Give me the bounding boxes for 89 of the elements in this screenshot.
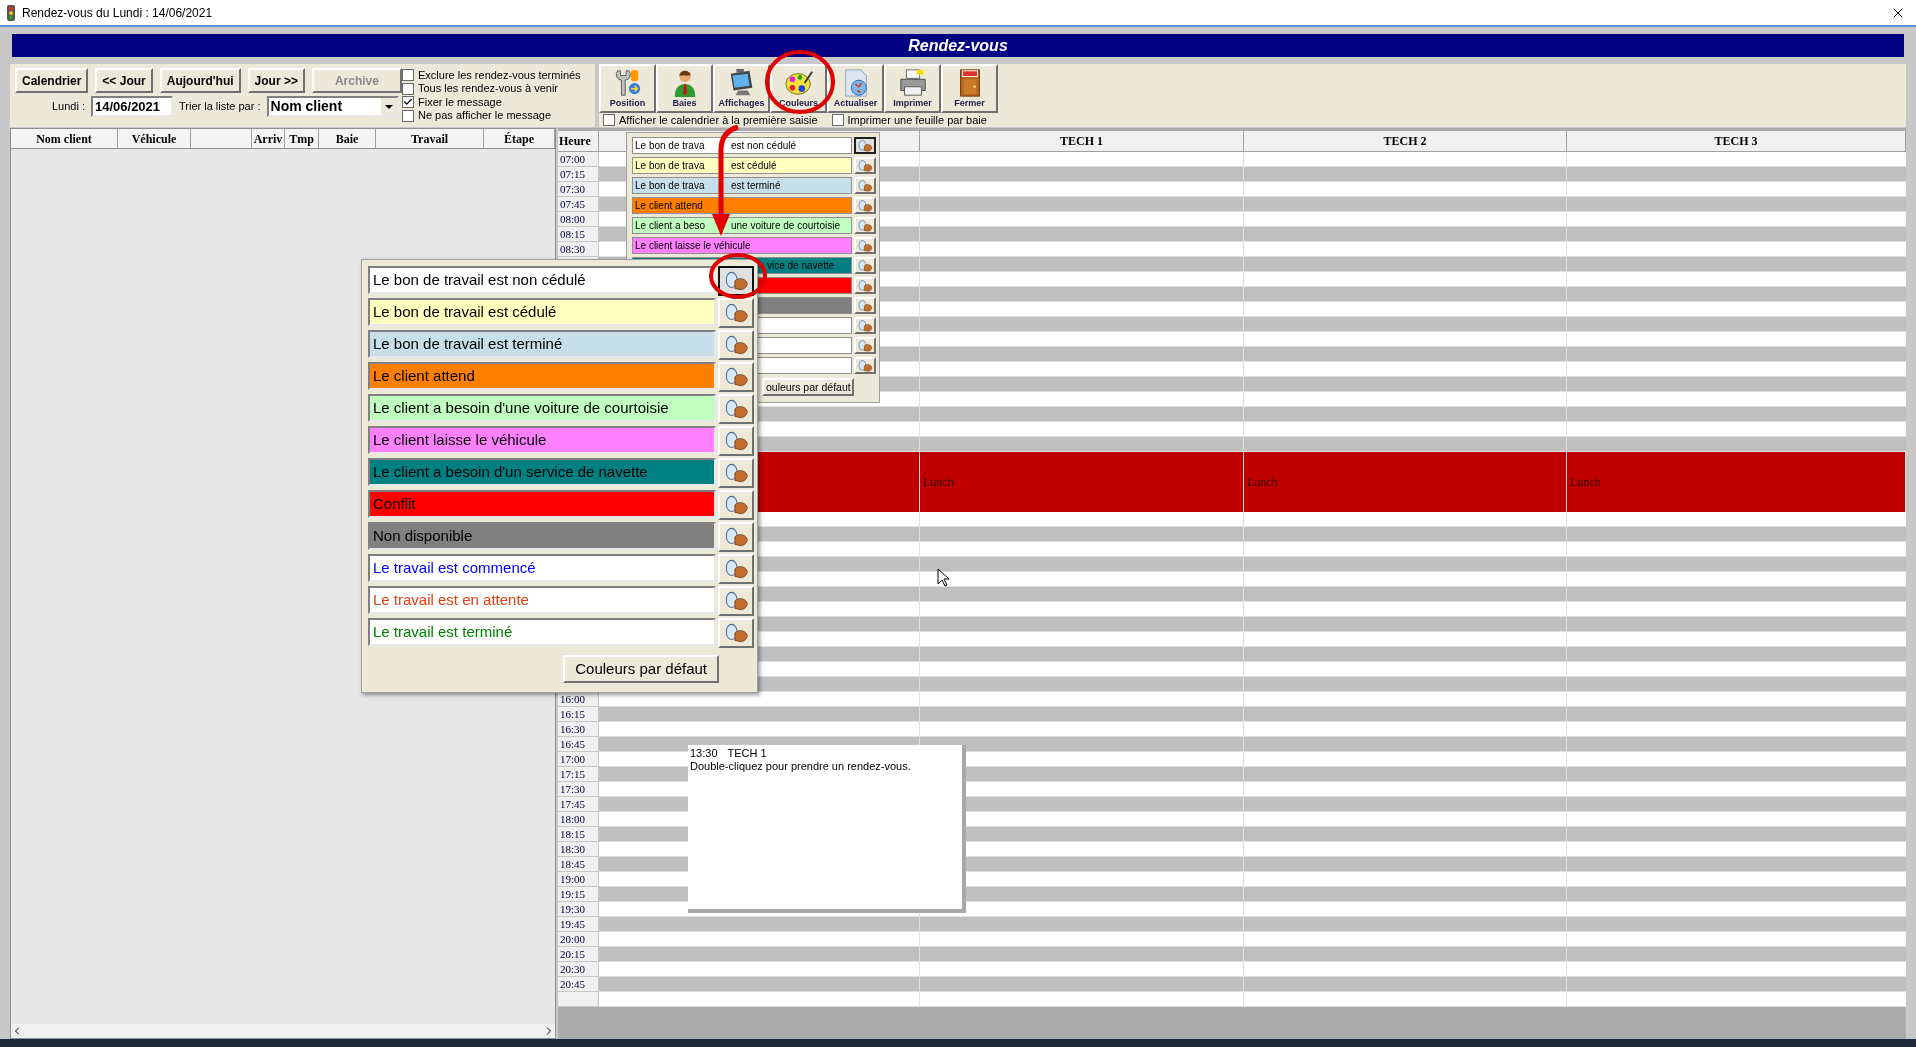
time-cell: 19:15 (558, 887, 599, 902)
nav-button[interactable]: Calendrier (15, 68, 89, 93)
swatch-label: Le bon de travail est non cédulé (373, 269, 586, 290)
checkbox-label: Fixer le message (418, 95, 502, 109)
swatch-label: Le bon de trava (635, 159, 706, 173)
swatch-label: une voiture de courtoisie (731, 219, 840, 233)
time-cell: 20:45 (558, 977, 599, 992)
lunch-label: Lunch (923, 474, 954, 491)
sort-select[interactable]: Nom client (266, 96, 399, 117)
time-cell: 20:00 (558, 932, 599, 947)
swatch-label: est terminé (731, 179, 781, 193)
time-cell: 07:15 (558, 167, 599, 182)
time-cell: 19:30 (558, 902, 599, 917)
time-cell: 08:15 (558, 227, 599, 242)
swatch-label: Le client attend (373, 365, 475, 386)
toolbar-button[interactable]: Position (599, 64, 656, 113)
time-cell: 07:45 (558, 197, 599, 212)
time-cell: 16:45 (558, 737, 599, 752)
time-cell: 17:15 (558, 767, 599, 782)
swatch-label: Le travail est commencé (373, 557, 536, 578)
column-header[interactable]: Tmp (289, 129, 314, 148)
toolbar-button[interactable]: Fermer (941, 64, 998, 113)
column-header[interactable]: Travail (410, 129, 449, 148)
toolbar-button[interactable]: Affichages (713, 64, 770, 113)
swatch-label: Le bon de travail est terminé (373, 333, 563, 354)
time-cell: 17:45 (558, 797, 599, 812)
color-swatch-field: Le client laisse le véhicule (632, 237, 852, 254)
time-cell: 18:45 (558, 857, 599, 872)
swatch-label: Le bon de trava (635, 139, 706, 153)
column-header: Heure (559, 133, 591, 150)
swatch-label: est cédulé (731, 159, 777, 173)
time-cell: 20:15 (558, 947, 599, 962)
sort-label: Trier la liste par : (179, 99, 261, 115)
day-label: Lundi : (50, 99, 85, 115)
toolbar-button[interactable]: Baies (656, 64, 713, 113)
time-cell: 18:15 (558, 827, 599, 842)
time-cell: 17:00 (558, 752, 599, 767)
swatch-label: Le client a beso (635, 219, 707, 233)
column-header[interactable]: Véhicule (131, 129, 177, 148)
time-cell: 07:30 (558, 182, 599, 197)
swatch-label: Le travail est en attente (373, 589, 529, 610)
time-cell: 18:00 (558, 812, 599, 827)
default-colors-button[interactable]: ouleurs par défaut (762, 378, 854, 396)
checkbox-label: Exclure les rendez-vous terminés (418, 68, 581, 82)
toolbar-button[interactable]: Imprimer (884, 64, 941, 113)
time-cell: 19:45 (558, 917, 599, 932)
swatch-label: Le bon de trava (635, 179, 706, 193)
time-cell: 08:00 (558, 212, 599, 227)
swatch-label: Le bon de travail est cédulé (373, 301, 557, 322)
column-header[interactable]: Arriv (253, 129, 283, 148)
checkbox-label: Ne pas afficher le message (418, 109, 552, 123)
checkbox-label: Tous les rendez-vous à venir (418, 82, 558, 96)
column-header: TECH 1 (1060, 133, 1103, 150)
time-cell: 19:00 (558, 872, 599, 887)
swatch-label: Le client a besoin d'une voiture de courtoisie (373, 397, 669, 418)
swatch-label: Le client a besoin d'un service de navette (373, 461, 648, 482)
time-cell: 08:30 (558, 242, 599, 257)
nav-button[interactable]: Jour >> (247, 68, 305, 93)
color-swatch-field: Le client attend (632, 197, 852, 214)
swatch-label: Le client laisse le véhicule (373, 429, 547, 450)
column-header[interactable]: Baie (335, 129, 359, 148)
default-colors-button[interactable]: Couleurs par défaut (563, 655, 719, 683)
tooltip-column: TECH 1 (727, 747, 767, 760)
time-cell: 18:30 (558, 842, 599, 857)
header-title: Rendez-vous (908, 35, 1008, 56)
swatch-label: Le travail est terminé (373, 621, 513, 642)
column-header: TECH 2 (1383, 133, 1427, 150)
toolbar-button[interactable]: Actualiser (827, 64, 884, 113)
swatch-label: Non disponible (373, 525, 473, 546)
date-field[interactable]: 14/06/2021 (91, 96, 173, 117)
nav-button[interactable]: Aujourd'hui (159, 68, 241, 93)
checkbox-label: Imprimer une feuille par baie (847, 112, 987, 128)
checkbox-label: Afficher le calendrier à la première saisie (619, 112, 818, 128)
lunch-label: Lunch (1570, 474, 1601, 491)
window-title: Rendez-vous du Lundi : 14/06/2021 (22, 4, 214, 22)
tooltip-time: 13:30 (690, 747, 718, 760)
time-cell: 16:15 (558, 707, 599, 722)
swatch-label: est non cédulé (731, 139, 797, 153)
nav-button[interactable]: << Jour (95, 68, 153, 93)
lunch-label: Lunch (1247, 474, 1278, 491)
column-header[interactable]: Étape (504, 129, 534, 148)
column-header[interactable]: Nom client (36, 129, 92, 148)
column-header: TECH 3 (1714, 133, 1758, 150)
time-cell: 20:30 (558, 962, 599, 977)
tooltip-text: Double-cliquez pour prendre un rendez-vous. (690, 760, 912, 773)
time-cell: 17:30 (558, 782, 599, 797)
time-cell: 16:30 (558, 722, 599, 737)
time-cell: 07:00 (558, 152, 599, 167)
swatch-label: Conflit (373, 493, 416, 514)
